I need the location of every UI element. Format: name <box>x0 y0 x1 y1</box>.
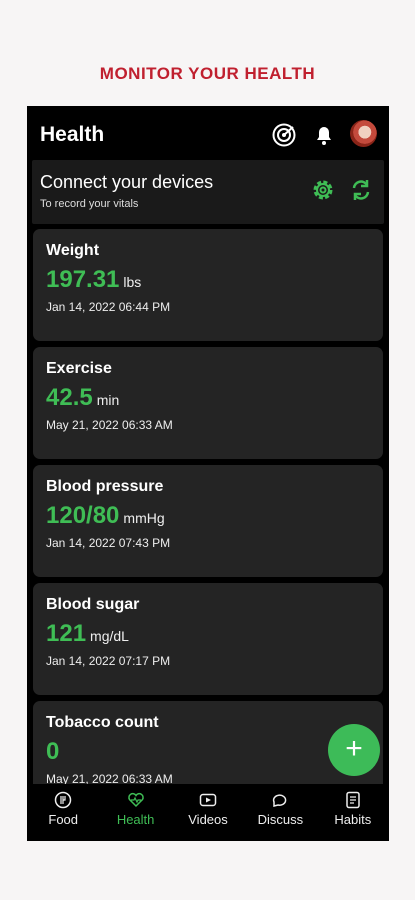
card-value: 0 <box>46 738 60 765</box>
card-date: Jan 14, 2022 06:44 PM <box>46 300 171 314</box>
card-label: Tobacco count <box>46 714 159 731</box>
card-value: 197.31 lbs <box>46 266 142 293</box>
card-value: 120/80 mmHg <box>46 502 165 529</box>
blood-sugar-card[interactable]: Blood sugar 121 mg/dL Jan 14, 2022 07:17 … <box>33 583 383 695</box>
avatar[interactable] <box>350 120 377 147</box>
card-label: Blood sugar <box>46 596 140 613</box>
chat-icon <box>273 794 287 807</box>
habits-icon <box>346 791 360 809</box>
nav-label: Food <box>48 812 79 827</box>
connect-title: Connect your devices <box>40 172 214 192</box>
food-icon <box>54 791 72 809</box>
sync-icon[interactable] <box>347 176 375 204</box>
card-value: 42.5 min <box>46 384 120 411</box>
card-date: May 21, 2022 06:33 AM <box>46 418 173 432</box>
nav-item-habits[interactable]: Habits <box>317 784 389 841</box>
nav-item-discuss[interactable]: Discuss <box>244 784 316 841</box>
bell-icon[interactable] <box>311 122 337 148</box>
card-date: Jan 14, 2022 07:17 PM <box>46 654 171 668</box>
nav-label: Videos <box>188 812 228 827</box>
nav-label: Health <box>116 812 155 827</box>
exercise-card[interactable]: Exercise 42.5 min May 21, 2022 06:33 AM <box>33 347 383 459</box>
nav-item-videos[interactable]: Videos <box>172 784 244 841</box>
add-button[interactable]: + <box>328 724 380 776</box>
nav-item-food[interactable]: Food <box>27 784 99 841</box>
card-label: Weight <box>46 242 100 259</box>
card-label: Blood pressure <box>46 478 164 495</box>
bottom-nav: Food Health Videos Discuss Habits <box>27 784 389 841</box>
radar-icon[interactable] <box>271 122 297 148</box>
card-label: Exercise <box>46 360 112 377</box>
connect-devices-banner[interactable]: Connect your devices To record your vita… <box>32 160 384 224</box>
promo-heading: MONITOR YOUR HEALTH <box>99 64 316 83</box>
nav-label: Discuss <box>257 812 304 827</box>
app-screen: Health Connect your devices To record yo… <box>27 106 389 841</box>
page-title: Health <box>40 123 105 146</box>
heart-icon <box>127 792 144 808</box>
card-value: 121 mg/dL <box>46 620 129 647</box>
blood-pressure-card[interactable]: Blood pressure 120/80 mmHg Jan 14, 2022 0… <box>33 465 383 577</box>
gear-icon[interactable] <box>309 176 337 204</box>
connect-subtitle: To record your vitals <box>40 198 139 210</box>
video-icon <box>199 793 217 807</box>
card-date: Jan 14, 2022 07:43 PM <box>46 536 171 550</box>
app-header: Health <box>27 106 389 162</box>
nav-label: Habits <box>334 812 372 827</box>
weight-card[interactable]: Weight 197.31 lbs Jan 14, 2022 06:44 PM <box>33 229 383 341</box>
nav-item-health[interactable]: Health <box>99 784 171 841</box>
